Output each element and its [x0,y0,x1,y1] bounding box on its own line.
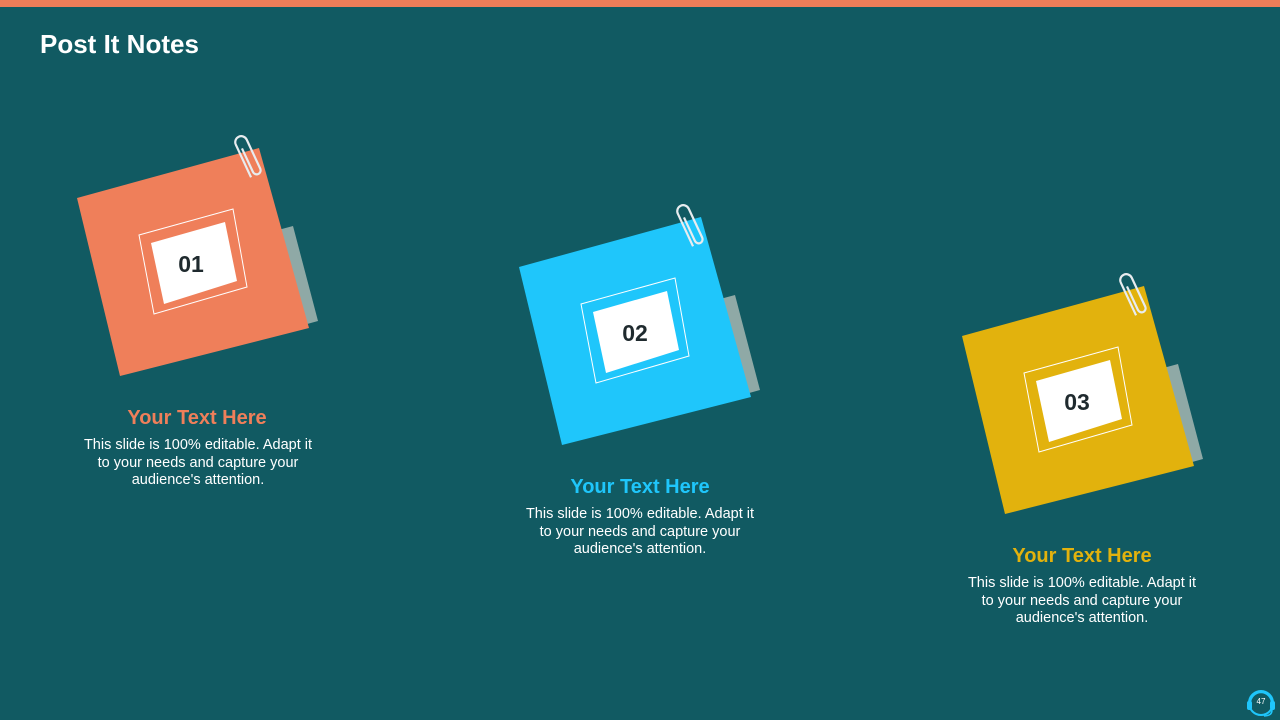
post-it-note-1: 01 [75,135,318,438]
page-number: 47 [1256,697,1266,706]
note-number: 03 [1064,389,1090,415]
note-number: 01 [178,251,204,277]
note-body: This slide is 100% editable. Adapt it to… [83,437,313,488]
note-heading: Your Text Here [1012,545,1152,567]
post-it-note-2: 02 [517,204,760,507]
top-accent-bar [0,0,1280,7]
note-number: 02 [622,320,648,346]
note-heading: Your Text Here [570,476,710,498]
note-body: This slide is 100% editable. Adapt it to… [967,575,1197,626]
slide-title: Post It Notes [40,29,199,59]
note-body: This slide is 100% editable. Adapt it to… [525,506,755,557]
post-it-note-3: 03 [960,273,1203,576]
note-heading: Your Text Here [127,407,267,429]
